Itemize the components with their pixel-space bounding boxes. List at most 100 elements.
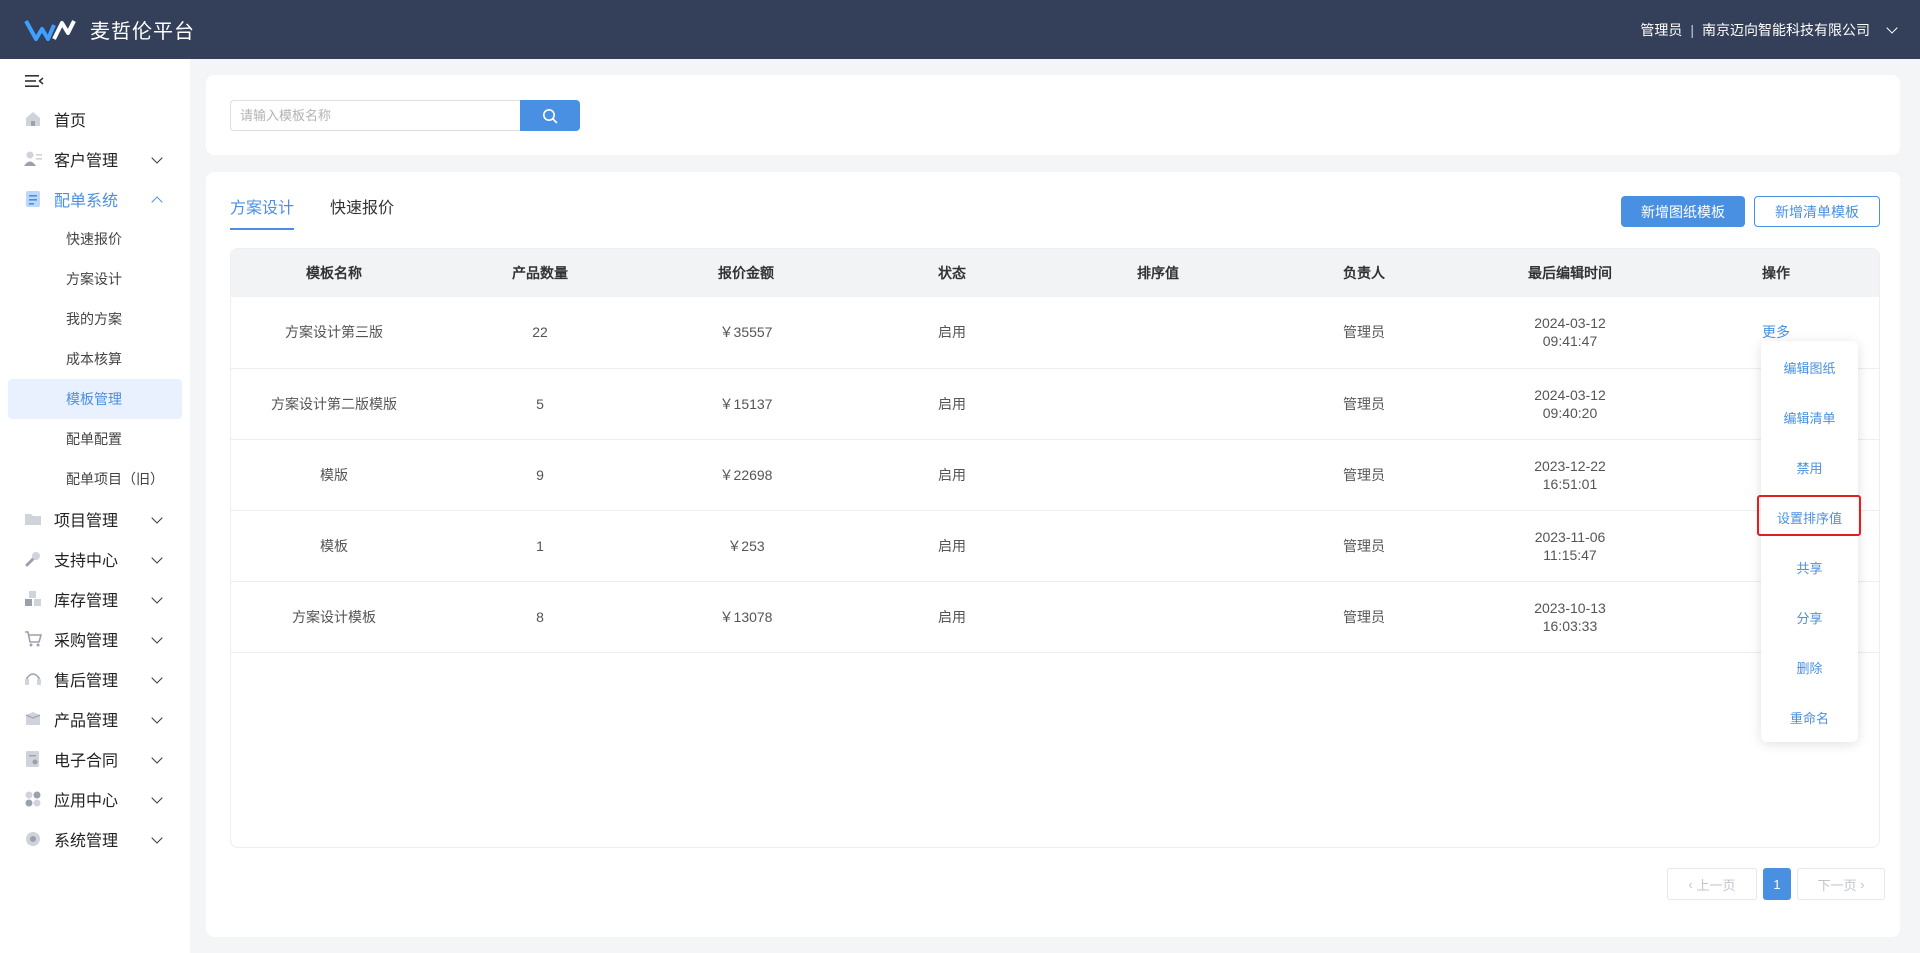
- sort-value: [1055, 581, 1261, 652]
- sidebar-item-label: 电子合同: [54, 753, 119, 770]
- sidebar-subitem-quick-quote[interactable]: 快速报价: [0, 219, 190, 259]
- product-count: 1: [536, 537, 544, 554]
- sidebar-item-inventory[interactable]: 库存管理: [0, 579, 190, 619]
- sidebar-subitem-order-config[interactable]: 配单配置: [0, 419, 190, 459]
- tab-quick-quote[interactable]: 快速报价: [330, 194, 394, 230]
- cart-icon: [24, 630, 42, 648]
- sidebar-subitem-cost-accounting[interactable]: 成本核算: [0, 339, 190, 379]
- sidebar-item-contracts[interactable]: 电子合同: [0, 739, 190, 779]
- sidebar-subitem-solution-design[interactable]: 方案设计: [0, 259, 190, 299]
- sidebar-item-label: 支持中心: [54, 553, 119, 570]
- sidebar-item-support[interactable]: 支持中心: [0, 539, 190, 579]
- inventory-icon: [24, 590, 42, 608]
- edit-time: 09:41:47: [1542, 333, 1598, 350]
- chevron-down-icon: [151, 592, 163, 604]
- product-count: 22: [532, 324, 548, 341]
- wrench-icon: [24, 550, 42, 568]
- add-list-template-button[interactable]: 新增清单模板: [1754, 196, 1880, 227]
- menu-item-delete[interactable]: 删除: [1761, 642, 1858, 692]
- sidebar-item-products[interactable]: 产品管理: [0, 699, 190, 739]
- last-edited: 2024-03-12 09:41:47: [1467, 297, 1673, 368]
- owner: 管理员: [1343, 324, 1385, 341]
- page-number-1[interactable]: 1: [1763, 868, 1791, 900]
- search-button[interactable]: [520, 100, 580, 131]
- sidebar-subitem-my-solutions[interactable]: 我的方案: [0, 299, 190, 339]
- add-drawing-template-button[interactable]: 新增图纸模板: [1621, 196, 1745, 227]
- menu-item-rename[interactable]: 重命名: [1761, 692, 1858, 742]
- brand[interactable]: 麦哲伦平台: [24, 15, 195, 44]
- collapse-menu-icon[interactable]: [24, 73, 44, 89]
- sidebar-item-system[interactable]: 系统管理: [0, 819, 190, 859]
- contract-icon: [24, 750, 42, 768]
- menu-item-edit-list[interactable]: 编辑清单: [1761, 392, 1858, 442]
- search-panel: [206, 75, 1900, 155]
- last-edited: 2023-11-06 11:15:47: [1467, 510, 1673, 581]
- column-header: 最后编辑时间: [1528, 265, 1612, 281]
- apps-icon: [24, 790, 42, 808]
- sidebar: 首页 客户管理 配单系统 快速报价 方案设计 我的方案 成本核算 模板管理 配单…: [0, 59, 190, 953]
- template-name: 模板: [320, 537, 348, 554]
- sidebar-item-projects[interactable]: 项目管理: [0, 499, 190, 539]
- sidebar-item-purchasing[interactable]: 采购管理: [0, 619, 190, 659]
- order-icon: [24, 190, 42, 208]
- table-row[interactable]: 模版 9 ￥22698 启用 管理员 2023-12-22 16:51:01: [231, 439, 1879, 510]
- quote-amount: ￥253: [727, 537, 765, 554]
- user-menu[interactable]: 管理员 | 南京迈向智能科技有限公司: [1640, 20, 1898, 40]
- search-input[interactable]: [230, 100, 520, 131]
- sidebar-item-after-sales[interactable]: 售后管理: [0, 659, 190, 699]
- chevron-down-icon: [151, 632, 163, 644]
- column-header: 负责人: [1343, 265, 1385, 281]
- chevron-down-icon: [151, 792, 163, 804]
- tab-solution-design[interactable]: 方案设计: [230, 194, 295, 230]
- owner: 管理员: [1343, 466, 1385, 483]
- quote-amount: ￥13078: [719, 608, 773, 625]
- sidebar-item-app-center[interactable]: 应用中心: [0, 779, 190, 819]
- logo-icon: [24, 19, 76, 41]
- user-separator: |: [1690, 21, 1694, 38]
- prev-page-button[interactable]: ‹ 上一页: [1667, 868, 1757, 900]
- sidebar-item-label: 配单系统: [54, 193, 119, 210]
- template-table: 模板名称 产品数量 报价金额 状态 排序值 负责人 最后编辑时间 操作 方案设计…: [230, 248, 1880, 848]
- table-row[interactable]: 模板 1 ￥253 启用 管理员 2023-11-06 11:15:47: [231, 510, 1879, 581]
- chevron-down-icon[interactable]: [1886, 21, 1898, 34]
- sidebar-subitem-template-management[interactable]: 模板管理: [8, 379, 182, 419]
- sort-value: [1055, 439, 1261, 510]
- chevron-up-icon: [151, 196, 163, 208]
- chevron-down-icon: [151, 752, 163, 764]
- chevron-down-icon: [151, 552, 163, 564]
- column-header: 排序值: [1137, 265, 1179, 281]
- menu-item-share[interactable]: 分享: [1761, 592, 1858, 642]
- sidebar-item-label: 首页: [54, 113, 87, 130]
- prev-page-label: 上一页: [1696, 877, 1736, 893]
- table-row[interactable]: 方案设计模板 8 ￥13078 启用 管理员 2023-10-13 16:03:…: [231, 581, 1879, 652]
- sort-value: [1055, 368, 1261, 439]
- sidebar-item-order-system[interactable]: 配单系统: [0, 179, 190, 219]
- edit-date: 2024-03-12: [1534, 386, 1606, 403]
- status-text: 启用: [938, 466, 966, 483]
- sidebar-subitem-order-projects-old[interactable]: 配单项目（旧）: [0, 459, 190, 499]
- sidebar-item-label: 客户管理: [54, 153, 119, 170]
- sort-value: [1055, 297, 1261, 368]
- quote-amount: ￥22698: [719, 466, 773, 483]
- edit-date: 2023-12-22: [1534, 457, 1606, 474]
- menu-item-edit-drawing[interactable]: 编辑图纸: [1761, 342, 1858, 392]
- chevron-down-icon: [151, 152, 163, 164]
- sidebar-nav: 首页 客户管理 配单系统 快速报价 方案设计 我的方案 成本核算 模板管理 配单…: [0, 99, 190, 859]
- menu-item-share-internal[interactable]: 共享: [1761, 542, 1858, 592]
- table-row[interactable]: 方案设计第三版 22 ￥35557 启用 管理员 2024-03-12 09:4…: [231, 297, 1879, 368]
- tab-bar: 方案设计 快速报价: [230, 194, 394, 230]
- product-count: 9: [536, 466, 544, 483]
- next-page-button[interactable]: 下一页 ›: [1797, 868, 1885, 900]
- menu-item-set-sort-value[interactable]: 设置排序值: [1761, 492, 1858, 542]
- status-text: 启用: [938, 608, 966, 625]
- menu-item-disable[interactable]: 禁用: [1761, 442, 1858, 492]
- sidebar-item-label: 应用中心: [54, 793, 119, 810]
- last-edited: 2024-03-12 09:40:20: [1467, 368, 1673, 439]
- table-row[interactable]: 方案设计第二版模版 5 ￥15137 启用 管理员 2024-03-12 09:…: [231, 368, 1879, 439]
- sidebar-item-home[interactable]: 首页: [0, 99, 190, 139]
- chevron-down-icon: [151, 672, 163, 684]
- more-actions-link[interactable]: 更多: [1762, 324, 1790, 340]
- headset-icon: [24, 670, 42, 688]
- sidebar-item-customers[interactable]: 客户管理: [0, 139, 190, 179]
- column-header: 模板名称: [306, 265, 362, 281]
